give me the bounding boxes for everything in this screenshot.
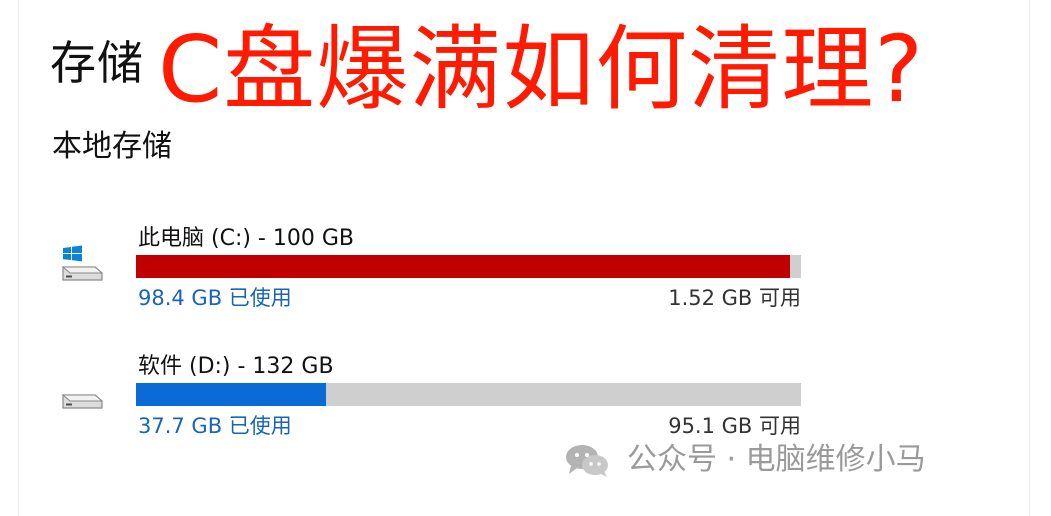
- drive-d-free-text: 95.1 GB 可用: [668, 414, 801, 438]
- drive-d-usage-fill: [136, 383, 326, 406]
- drive-c-usage-fill: [136, 255, 791, 278]
- windows-drive-icon: [61, 245, 104, 281]
- watermark-text: 公众号 · 电脑维修小马: [627, 442, 926, 477]
- page-title: 存储: [50, 36, 144, 90]
- section-title: 本地存储: [52, 129, 172, 164]
- drive-d-usage-bar: [136, 383, 801, 406]
- wechat-icon: [566, 445, 608, 477]
- watermark: 公众号 · 电脑维修小马: [563, 440, 926, 480]
- drive-c-usage-bar: [136, 255, 801, 278]
- drive-c-free-text: 1.52 GB 可用: [668, 286, 801, 310]
- drive-d-used-text: 37.7 GB 已使用: [138, 414, 292, 438]
- overlay-title: C盘爆满如何清理?: [158, 16, 925, 123]
- drive-c-name: 此电脑 (C:) - 100 GB: [138, 226, 354, 251]
- hard-drive-icon: [61, 394, 104, 409]
- drive-c-used-text: 98.4 GB 已使用: [138, 286, 292, 310]
- drive-d-name: 软件 (D:) - 132 GB: [138, 354, 334, 379]
